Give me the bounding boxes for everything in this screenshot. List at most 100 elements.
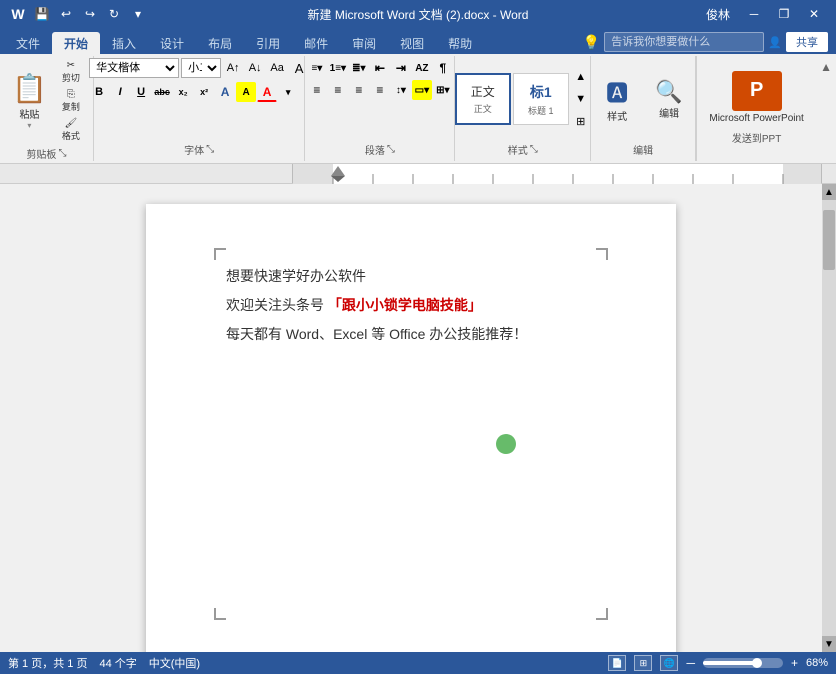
ribbon-collapse-btn[interactable]: ▲ xyxy=(816,56,836,161)
styles-scroll-down[interactable]: ▼ xyxy=(571,89,591,109)
numbered-list-btn[interactable]: 1≡▾ xyxy=(328,58,348,78)
editor-button[interactable]: 🔍 编辑 xyxy=(644,75,694,124)
paragraph-expand-icon[interactable]: ⤡ xyxy=(387,144,395,155)
tab-insert[interactable]: 插入 xyxy=(100,32,148,54)
font-expand-icon[interactable]: ⤡ xyxy=(206,144,214,155)
document-scroll[interactable]: 想要快速学好办公软件 欢迎关注头条号 「跟小小锁学电脑技能」 每天都有 Word… xyxy=(0,184,822,652)
scroll-thumb[interactable] xyxy=(823,210,835,270)
redo-quick-btn[interactable]: ↪ xyxy=(80,4,100,24)
strikethrough-button[interactable]: abc xyxy=(152,82,172,102)
copy-icon: ⎘ xyxy=(67,89,75,100)
font-size-decrease-btn[interactable]: A↓ xyxy=(245,58,265,78)
editor-group-label: 编辑 xyxy=(633,140,653,159)
font-size-select[interactable]: 小二 xyxy=(181,58,221,78)
border-btn[interactable]: ⊞▾ xyxy=(433,80,453,100)
zoom-out-icon[interactable]: ─ xyxy=(686,656,695,670)
cut-button[interactable]: ✂ 剪切 xyxy=(55,58,87,86)
tab-help[interactable]: 帮助 xyxy=(436,32,484,54)
close-btn[interactable]: ✕ xyxy=(800,0,828,28)
doc-line1: 想要快速学好办公软件 xyxy=(226,264,596,289)
copy-button[interactable]: ⎘ 复制 xyxy=(55,87,87,115)
italic-button[interactable]: I xyxy=(110,82,130,102)
increase-indent-btn[interactable]: ⇥ xyxy=(391,58,411,78)
editor-icon: 🔍 xyxy=(655,79,682,105)
font-family-select[interactable]: 华文楷体 xyxy=(89,58,179,78)
tab-mailings[interactable]: 邮件 xyxy=(292,32,340,54)
underline-button[interactable]: U xyxy=(131,82,151,102)
ruler-left-margin xyxy=(146,164,292,183)
align-center-btn[interactable]: ≡ xyxy=(328,80,348,100)
fill-color-btn[interactable]: ▭▾ xyxy=(412,80,432,100)
language: 中文(中国) xyxy=(149,655,200,671)
text-effect-btn[interactable]: A xyxy=(215,82,235,102)
status-bar: 第 1 页，共 1 页 44 个字 中文(中国) 📄 ⊞ 🌐 ─ + 68% xyxy=(0,652,836,674)
scroll-up-btn[interactable]: ▲ xyxy=(822,184,836,200)
tab-references[interactable]: 引用 xyxy=(244,32,292,54)
save-quick-btn[interactable]: 💾 xyxy=(32,4,52,24)
bold-button[interactable]: B xyxy=(89,82,109,102)
view-web-btn[interactable]: 🌐 xyxy=(660,655,678,671)
superscript-button[interactable]: x² xyxy=(194,82,214,102)
clipboard-secondary: ✂ 剪切 ⎘ 复制 🖌 格式 xyxy=(55,58,87,144)
redo2-quick-btn[interactable]: ↻ xyxy=(104,4,124,24)
styles-expand[interactable]: ⊞ xyxy=(571,111,591,131)
tab-review[interactable]: 审阅 xyxy=(340,32,388,54)
tab-layout[interactable]: 布局 xyxy=(196,32,244,54)
clipboard-expand-icon[interactable]: ⤡ xyxy=(58,148,66,159)
styles-button[interactable]: 🅰 样式 xyxy=(592,72,642,127)
minimize-btn[interactable]: ─ xyxy=(740,0,768,28)
styles-expand-icon[interactable]: ⤡ xyxy=(530,144,538,155)
justify-btn[interactable]: ≡ xyxy=(370,80,390,100)
search-input[interactable] xyxy=(604,32,764,52)
styles-scroll-up[interactable]: ▲ xyxy=(571,67,591,87)
paste-label: 粘贴 xyxy=(19,106,39,121)
tab-home[interactable]: 开始 xyxy=(52,32,100,54)
align-right-btn[interactable]: ≡ xyxy=(349,80,369,100)
paste-button[interactable]: 📋 粘贴 ▾ xyxy=(6,65,53,137)
doc-line2-prefix: 欢迎关注头条号 xyxy=(226,297,324,313)
scroll-down-btn[interactable]: ▼ xyxy=(822,636,836,652)
style-normal[interactable]: 正文 正文 xyxy=(455,73,511,125)
highlight-btn[interactable]: A xyxy=(236,82,256,102)
undo-quick-btn[interactable]: ↩ xyxy=(56,4,76,24)
subscript-button[interactable]: x₂ xyxy=(173,82,193,102)
view-layout-btn[interactable]: ⊞ xyxy=(634,655,652,671)
cursor-dot xyxy=(496,434,516,454)
font-color-dropdown[interactable]: ▾ xyxy=(278,82,298,102)
format-painter-label: 格式 xyxy=(62,129,80,142)
style-heading1[interactable]: 标1 标题 1 xyxy=(513,73,569,125)
line-spacing-btn[interactable]: ↕▾ xyxy=(391,80,411,100)
share-button[interactable]: 共享 xyxy=(786,32,828,52)
ribbon-group-font: 华文楷体 小二 A↑ A↓ Aa A B I U abc x₂ x² xyxy=(94,56,306,161)
align-left-btn[interactable]: ≡ xyxy=(307,80,327,100)
customize-quick-btn[interactable]: ▾ xyxy=(128,4,148,24)
bullet-list-btn[interactable]: ≡▾ xyxy=(307,58,327,78)
vertical-scrollbar[interactable]: ▲ ▼ xyxy=(822,184,836,652)
content-area: 想要快速学好办公软件 欢迎关注头条号 「跟小小锁学电脑技能」 每天都有 Word… xyxy=(0,184,836,652)
font-size-increase-btn[interactable]: A↑ xyxy=(223,58,243,78)
multilevel-list-btn[interactable]: ≣▾ xyxy=(349,58,369,78)
zoom-track xyxy=(703,661,757,665)
username: 俊林 xyxy=(706,6,730,23)
decrease-indent-btn[interactable]: ⇤ xyxy=(370,58,390,78)
title-bar-right: 俊林 ─ ❐ ✕ xyxy=(706,0,828,28)
view-print-btn[interactable]: 📄 xyxy=(608,655,626,671)
zoom-slider[interactable] xyxy=(703,658,783,668)
restore-btn[interactable]: ❐ xyxy=(770,0,798,28)
scroll-track[interactable] xyxy=(822,200,836,636)
title-bar-left: W 💾 ↩ ↪ ↻ ▾ xyxy=(8,4,148,24)
show-marks-btn[interactable]: ¶ xyxy=(433,58,453,78)
change-case-btn[interactable]: Aa xyxy=(267,58,287,78)
tab-view[interactable]: 视图 xyxy=(388,32,436,54)
tab-file[interactable]: 文件 xyxy=(4,32,52,54)
format-painter-button[interactable]: 🖌 格式 xyxy=(55,116,87,144)
sort-btn[interactable]: AZ xyxy=(412,58,432,78)
paste-dropdown-icon[interactable]: ▾ xyxy=(27,121,31,130)
tab-design[interactable]: 设计 xyxy=(148,32,196,54)
font-color-btn[interactable]: A xyxy=(257,82,277,102)
person-icon[interactable]: 👤 xyxy=(768,36,782,49)
font-row-1: 华文楷体 小二 A↑ A↓ Aa A xyxy=(89,58,309,78)
zoom-in-icon[interactable]: + xyxy=(791,656,798,670)
ppt-icon[interactable]: P xyxy=(732,71,782,111)
font-content: 华文楷体 小二 A↑ A↓ Aa A B I U abc x₂ x² xyxy=(89,58,309,140)
